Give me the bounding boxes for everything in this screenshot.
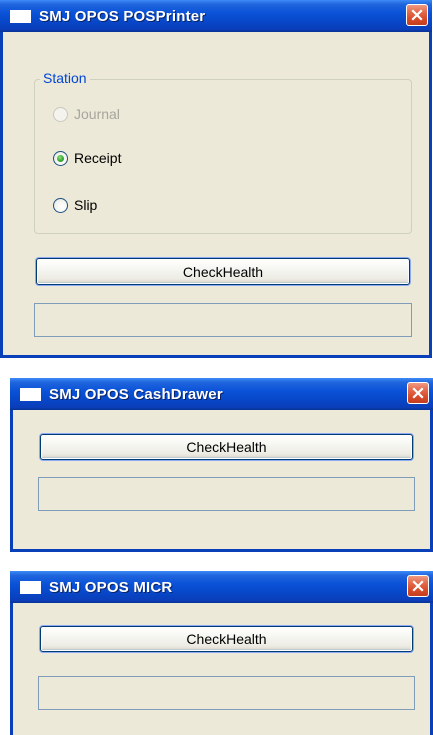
close-button[interactable] — [406, 4, 428, 26]
window-icon — [20, 580, 41, 594]
radio-receipt[interactable]: Receipt — [53, 150, 121, 166]
close-icon — [411, 9, 423, 21]
radio-label: Receipt — [74, 150, 122, 166]
radio-label: Journal — [74, 106, 120, 122]
radio-slip[interactable]: Slip — [53, 197, 97, 213]
window-title: SMJ OPOS MICR — [49, 578, 173, 596]
close-icon — [412, 580, 424, 592]
window-title: SMJ OPOS CashDrawer — [49, 385, 223, 403]
close-button[interactable] — [407, 382, 429, 404]
title-bar[interactable]: SMJ OPOS MICR — [10, 571, 433, 603]
window-icon — [20, 387, 41, 401]
status-field — [38, 676, 415, 710]
window-icon — [10, 9, 31, 23]
close-icon — [412, 387, 424, 399]
radio-button-icon[interactable] — [53, 197, 68, 213]
window-frame-bottom — [0, 355, 432, 358]
micr-window: SMJ OPOS MICR CheckHealth — [10, 571, 433, 735]
radio-button-icon — [53, 106, 68, 122]
window-frame-left — [10, 603, 13, 735]
window-frame-left — [0, 32, 3, 358]
window-frame-right — [429, 32, 432, 358]
title-bar[interactable]: SMJ OPOS CashDrawer — [10, 378, 433, 410]
checkhealth-button[interactable]: CheckHealth — [36, 258, 410, 285]
cashdrawer-window: SMJ OPOS CashDrawer CheckHealth — [10, 378, 433, 552]
window-frame-left — [10, 410, 13, 552]
status-field — [34, 303, 412, 337]
station-legend: Station — [40, 69, 90, 87]
window-frame-bottom — [10, 549, 433, 552]
posprinter-window: SMJ OPOS POSPrinter Station Journal Rece… — [0, 0, 432, 358]
window-title: SMJ OPOS POSPrinter — [39, 7, 206, 25]
status-field — [38, 477, 415, 511]
title-bar[interactable]: SMJ OPOS POSPrinter — [0, 0, 432, 32]
close-button[interactable] — [407, 575, 429, 597]
checkhealth-button[interactable]: CheckHealth — [40, 434, 413, 460]
radio-journal: Journal — [53, 106, 120, 122]
radio-selected-icon[interactable] — [53, 150, 68, 166]
checkhealth-button[interactable]: CheckHealth — [40, 626, 413, 652]
radio-label: Slip — [74, 197, 98, 213]
